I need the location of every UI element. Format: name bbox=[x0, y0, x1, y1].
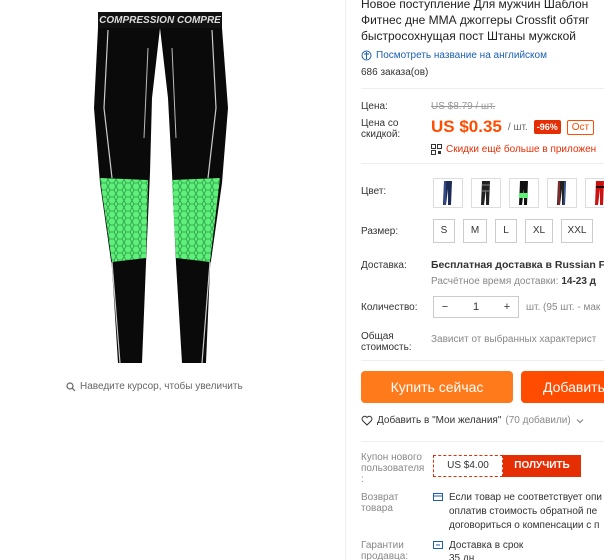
quantity-label: Количество: bbox=[361, 302, 418, 313]
color-swatch-3[interactable] bbox=[509, 178, 539, 208]
quantity-decrement-button[interactable]: − bbox=[434, 301, 456, 313]
swatch-image bbox=[595, 181, 604, 205]
product-title: Новое поступление Для мужчин Шаблон Фитн… bbox=[361, 0, 590, 43]
price-row: US $0.35 / шт. -96% Ост bbox=[431, 117, 595, 137]
chevron-down-icon[interactable] bbox=[575, 416, 585, 426]
quantity-increment-button[interactable]: + bbox=[496, 301, 518, 313]
color-swatch-5[interactable] bbox=[585, 178, 604, 208]
translate-icon bbox=[361, 50, 372, 61]
magnifier-icon bbox=[66, 381, 76, 391]
color-swatch-2[interactable] bbox=[471, 178, 501, 208]
returns-icon bbox=[433, 493, 443, 501]
swatch-image bbox=[481, 181, 490, 205]
buy-now-button[interactable]: Купить сейчас bbox=[361, 371, 513, 403]
product-details: Новое поступление Для мужчин Шаблон Фитн… bbox=[345, 0, 604, 560]
add-to-cart-button[interactable]: Добавить bbox=[521, 371, 604, 403]
separator bbox=[361, 88, 604, 89]
discount-price-label: Цена со скидкой: bbox=[361, 118, 401, 140]
wishlist-link[interactable]: Добавить в "Мои желания" (70 добавили) bbox=[361, 415, 585, 426]
size-option-m[interactable]: M bbox=[463, 219, 487, 243]
swatch-image bbox=[557, 180, 566, 206]
orders-count: 686 заказа(ов) bbox=[361, 67, 429, 78]
returns-text: Если товар не соответствует опи оплатив … bbox=[449, 492, 602, 531]
shipping-label: Доставка: bbox=[361, 260, 407, 271]
old-price: US $8.79 / шт. bbox=[431, 101, 496, 112]
translate-link-label[interactable]: Посмотреть название на английском bbox=[376, 50, 547, 61]
size-option-l[interactable]: L bbox=[495, 219, 517, 243]
color-swatch-1[interactable] bbox=[433, 178, 463, 208]
app-discount-link[interactable]: Скидки ещё больше в приложен bbox=[431, 144, 596, 155]
shipping-estimate-label: Расчётное время доставки: bbox=[431, 276, 559, 287]
delivery-guarantee-icon bbox=[433, 541, 443, 549]
shipping-estimate-days: 14-23 д bbox=[561, 276, 597, 287]
heart-icon bbox=[361, 415, 373, 426]
wishlist-text[interactable]: Добавить в "Мои желания" bbox=[377, 415, 501, 426]
swatch-image bbox=[443, 181, 452, 205]
coupon-value: US $4.00 bbox=[433, 455, 503, 477]
total-label: Общая стоимость: bbox=[361, 331, 412, 353]
color-label: Цвет: bbox=[361, 186, 387, 197]
shipping-method[interactable]: Бесплатная доставка в Russian Fe bbox=[431, 259, 604, 271]
size-option-s[interactable]: S bbox=[433, 219, 455, 243]
shipping-estimate: Расчётное время доставки: 14-23 д bbox=[431, 276, 596, 287]
color-swatch-4[interactable] bbox=[547, 178, 577, 208]
quantity-available: шт. (95 шт. - мак bbox=[526, 302, 601, 313]
translate-link[interactable]: Посмотреть название на английском bbox=[361, 50, 547, 61]
quantity-stepper: − 1 + bbox=[433, 296, 519, 318]
swatch-image bbox=[519, 181, 528, 205]
size-option-xxl[interactable]: XXL bbox=[561, 219, 593, 243]
remaining-tag: Ост bbox=[566, 119, 595, 135]
returns-label: Возврат товара bbox=[361, 492, 399, 514]
guarantee-text: Доставка в срок 35 дн bbox=[449, 540, 524, 560]
per-unit: / шт. bbox=[507, 121, 528, 133]
get-coupon-button[interactable]: ПОЛУЧИТЬ bbox=[503, 455, 581, 477]
qr-code-icon bbox=[431, 144, 442, 155]
quantity-input[interactable]: 1 bbox=[465, 301, 487, 313]
wishlist-count: (70 добавили) bbox=[505, 415, 571, 426]
discounted-price: US $0.35 bbox=[431, 117, 502, 136]
discount-badge: -96% bbox=[533, 120, 561, 134]
product-image[interactable]: COMPRESSION COMPRE bbox=[60, 8, 260, 368]
app-discount-text[interactable]: Скидки ещё больше в приложен bbox=[446, 144, 596, 155]
price-label: Цена: bbox=[361, 101, 388, 112]
coupon-label: Купон нового пользователя : bbox=[361, 452, 425, 485]
size-option-xl[interactable]: XL bbox=[525, 219, 553, 243]
total-value: Зависит от выбранных характерист bbox=[431, 334, 597, 345]
separator bbox=[361, 360, 604, 361]
waistband-print: COMPRESSION COMPRE bbox=[99, 15, 221, 26]
zoom-hint-text: Наведите курсор, чтобы увеличить bbox=[80, 381, 243, 392]
separator bbox=[361, 441, 604, 442]
separator bbox=[361, 163, 604, 164]
zoom-hint: Наведите курсор, чтобы увеличить bbox=[66, 381, 243, 392]
guarantee-label: Гарантии продавца: bbox=[361, 540, 409, 560]
size-label: Размер: bbox=[361, 226, 399, 237]
product-gallery: COMPRESSION COMPRE Наведите курсор, чтоб… bbox=[0, 0, 345, 560]
